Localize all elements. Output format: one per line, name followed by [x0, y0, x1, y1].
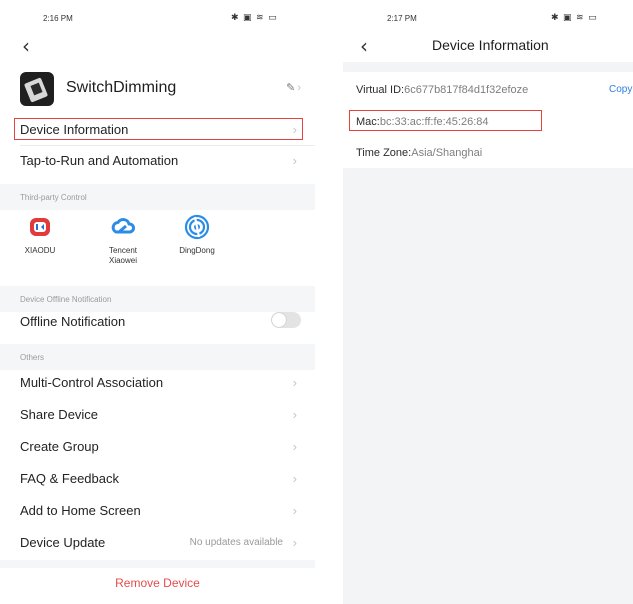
- timezone-key: Time Zone:: [356, 147, 412, 159]
- device-avatar: [20, 72, 54, 106]
- status-icons: ✱ ▣ ≋ ▭: [551, 12, 598, 22]
- tencent-xiaowei-item[interactable]: Tencent Xiaowei: [93, 214, 153, 266]
- toggle-knob: [272, 313, 286, 327]
- tap-to-run-item[interactable]: Tap-to-Run and Automation ›: [0, 145, 315, 177]
- device-information-screen: 2:17 PM ✱ ▣ ≋ ▭ ‹ Device Information Vir…: [343, 0, 633, 604]
- xiaodu-item[interactable]: XIAODU: [10, 214, 70, 256]
- edit-name-button[interactable]: ✎ ›: [286, 81, 301, 94]
- dingdong-icon: [184, 214, 210, 240]
- back-icon[interactable]: ‹: [360, 36, 368, 56]
- multi-control-item[interactable]: Multi-Control Association ›: [0, 367, 315, 399]
- faq-feedback-label: FAQ & Feedback: [20, 471, 119, 486]
- tap-to-run-label: Tap-to-Run and Automation: [20, 153, 179, 168]
- add-home-screen-item[interactable]: Add to Home Screen ›: [0, 495, 315, 527]
- pencil-icon: ✎: [286, 82, 296, 94]
- page-title: Device Information: [432, 37, 549, 53]
- highlight-box: [349, 110, 542, 131]
- virtual-id-value: 6c677b817f84d1f32efoze: [404, 84, 529, 96]
- back-icon[interactable]: ‹: [22, 36, 30, 56]
- highlight-box: [14, 118, 303, 140]
- share-device-item[interactable]: Share Device ›: [0, 399, 315, 431]
- device-update-item[interactable]: Device Update No updates available ›: [0, 527, 315, 559]
- chevron-right-icon: ›: [292, 535, 297, 550]
- dingdong-item[interactable]: DingDong: [167, 214, 227, 256]
- faq-feedback-item[interactable]: FAQ & Feedback ›: [0, 463, 315, 495]
- section-spacer: [0, 560, 315, 568]
- device-update-label: Device Update: [20, 535, 106, 550]
- screen-gap: [315, 0, 343, 604]
- chevron-right-icon: ›: [292, 503, 297, 518]
- create-group-item[interactable]: Create Group ›: [0, 431, 315, 463]
- status-time: 2:17 PM: [387, 14, 417, 23]
- chevron-right-icon: ›: [292, 153, 297, 168]
- device-settings-screen: 2:16 PM ✱ ▣ ≋ ▭ ‹ SwitchDimming ✎ › Devic…: [0, 0, 315, 604]
- section-third-party: Third-party Control: [0, 184, 315, 210]
- virtual-id-row: Virtual ID:6c677b817f84d1f32efoze Copy: [343, 75, 633, 105]
- header-divider: [343, 62, 633, 72]
- dingdong-label: DingDong: [179, 246, 215, 255]
- add-home-screen-label: Add to Home Screen: [20, 503, 141, 518]
- offline-notification-toggle[interactable]: [271, 312, 301, 328]
- tencent-xiaowei-label: Tencent Xiaowei: [108, 246, 138, 265]
- multi-control-label: Multi-Control Association: [20, 375, 164, 390]
- status-time: 2:16 PM: [43, 14, 73, 23]
- device-update-status: No updates available: [189, 537, 283, 548]
- xiaodu-label: XIAODU: [24, 246, 56, 255]
- empty-area: [343, 168, 633, 604]
- chevron-right-icon: ›: [292, 375, 297, 390]
- device-name: SwitchDimming: [66, 79, 177, 96]
- remove-device-button[interactable]: Remove Device: [0, 568, 315, 598]
- virtual-id-key: Virtual ID:: [356, 84, 405, 96]
- tencent-xiaowei-icon: [111, 218, 135, 234]
- offline-notification-label: Offline Notification: [20, 314, 126, 329]
- chevron-right-icon: ›: [292, 471, 297, 486]
- offline-notification-item: Offline Notification: [0, 306, 315, 338]
- chevron-right-icon: ›: [297, 82, 301, 94]
- copy-button[interactable]: Copy: [609, 84, 632, 95]
- device-header: SwitchDimming ✎ ›: [20, 72, 315, 106]
- timezone-row: Time Zone:Asia/Shanghai: [343, 138, 633, 168]
- chevron-right-icon: ›: [292, 439, 297, 454]
- create-group-label: Create Group: [20, 439, 99, 454]
- timezone-value: Asia/Shanghai: [411, 147, 483, 159]
- chevron-right-icon: ›: [292, 407, 297, 422]
- xiaodu-icon: [30, 218, 50, 236]
- share-device-label: Share Device: [20, 407, 99, 422]
- status-icons: ✱ ▣ ≋ ▭: [231, 12, 278, 22]
